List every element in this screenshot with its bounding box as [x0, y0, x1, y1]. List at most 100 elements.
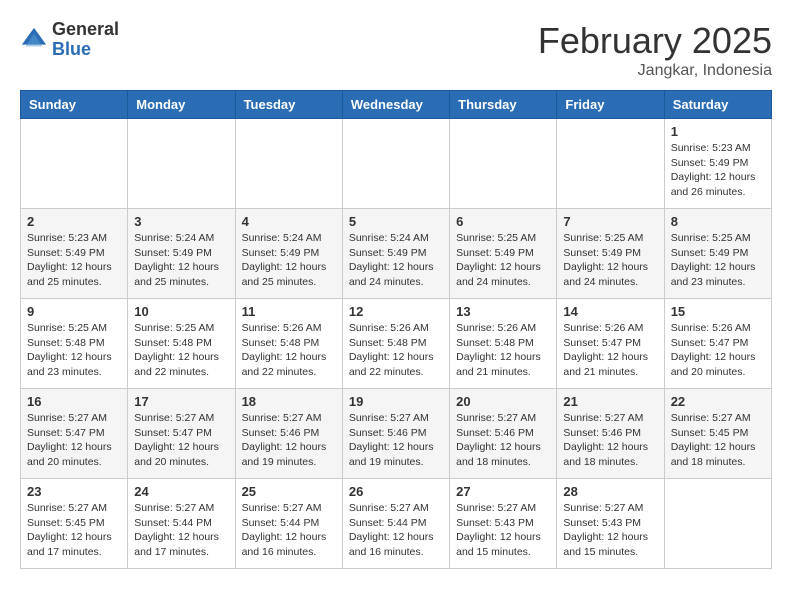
day-info: Sunrise: 5:27 AM Sunset: 5:46 PM Dayligh…: [242, 411, 336, 470]
calendar-cell: 27 Sunrise: 5:27 AM Sunset: 5:43 PM Dayli…: [450, 479, 557, 569]
calendar-week-2: 2 Sunrise: 5:23 AM Sunset: 5:49 PM Daylig…: [21, 209, 772, 299]
day-info: Sunrise: 5:26 AM Sunset: 5:47 PM Dayligh…: [671, 321, 765, 380]
calendar-cell: 23Sunrise: 5:27 AM Sunset: 5:45 PM Dayli…: [21, 479, 128, 569]
day-number: 1: [671, 124, 765, 139]
calendar-cell: 16 Sunrise: 5:27 AM Sunset: 5:47 PM Dayli…: [21, 389, 128, 479]
day-number: 2: [27, 214, 121, 229]
day-number: 22: [671, 394, 765, 409]
location-subtitle: Jangkar, Indonesia: [538, 62, 772, 80]
calendar-week-4: 16 Sunrise: 5:27 AM Sunset: 5:47 PM Dayli…: [21, 389, 772, 479]
day-info: Sunrise: 5:27 AM Sunset: 5:44 PM Dayligh…: [134, 501, 228, 560]
day-number: 3: [134, 214, 228, 229]
calendar-cell: [664, 479, 771, 569]
day-header-monday: Monday: [128, 91, 235, 119]
day-number: 24: [134, 484, 228, 499]
calendar-cell: 7Sunrise: 5:25 AM Sunset: 5:49 PM Daylig…: [557, 209, 664, 299]
day-info: Sunrise: 5:26 AM Sunset: 5:48 PM Dayligh…: [349, 321, 443, 380]
day-header-tuesday: Tuesday: [235, 91, 342, 119]
day-number: 18: [242, 394, 336, 409]
calendar-cell: 25 Sunrise: 5:27 AM Sunset: 5:44 PM Dayli…: [235, 479, 342, 569]
calendar-cell: 15 Sunrise: 5:26 AM Sunset: 5:47 PM Dayli…: [664, 299, 771, 389]
calendar-cell: 24 Sunrise: 5:27 AM Sunset: 5:44 PM Dayli…: [128, 479, 235, 569]
page-header: General Blue February 2025 Jangkar, Indo…: [20, 20, 772, 80]
day-info: Sunrise: 5:23 AM Sunset: 5:49 PM Dayligh…: [671, 141, 765, 200]
logo-text: General Blue: [52, 20, 119, 60]
day-number: 28: [563, 484, 657, 499]
day-number: 6: [456, 214, 550, 229]
day-info: Sunrise: 5:27 AM Sunset: 5:44 PM Dayligh…: [242, 501, 336, 560]
day-number: 4: [242, 214, 336, 229]
calendar-cell: 8 Sunrise: 5:25 AM Sunset: 5:49 PM Daylig…: [664, 209, 771, 299]
day-number: 15: [671, 304, 765, 319]
calendar-cell: [342, 119, 449, 209]
day-number: 21: [563, 394, 657, 409]
calendar-cell: 22 Sunrise: 5:27 AM Sunset: 5:45 PM Dayli…: [664, 389, 771, 479]
day-info: Sunrise: 5:25 AM Sunset: 5:49 PM Dayligh…: [456, 231, 550, 290]
day-info: Sunrise: 5:27 AM Sunset: 5:47 PM Dayligh…: [27, 411, 121, 470]
day-number: 19: [349, 394, 443, 409]
day-number: 16: [27, 394, 121, 409]
calendar-cell: 6 Sunrise: 5:25 AM Sunset: 5:49 PM Daylig…: [450, 209, 557, 299]
day-info: Sunrise: 5:24 AM Sunset: 5:49 PM Dayligh…: [349, 231, 443, 290]
calendar-cell: 12 Sunrise: 5:26 AM Sunset: 5:48 PM Dayli…: [342, 299, 449, 389]
calendar-cell: 28 Sunrise: 5:27 AM Sunset: 5:43 PM Dayli…: [557, 479, 664, 569]
day-info: Sunrise: 5:27 AM Sunset: 5:43 PM Dayligh…: [563, 501, 657, 560]
day-info: Sunrise: 5:26 AM Sunset: 5:48 PM Dayligh…: [456, 321, 550, 380]
day-header-sunday: Sunday: [21, 91, 128, 119]
logo-blue: Blue: [52, 39, 91, 59]
logo-general: General: [52, 19, 119, 39]
calendar-cell: 3 Sunrise: 5:24 AM Sunset: 5:49 PM Daylig…: [128, 209, 235, 299]
day-info: Sunrise: 5:27 AM Sunset: 5:46 PM Dayligh…: [456, 411, 550, 470]
day-number: 23: [27, 484, 121, 499]
day-number: 20: [456, 394, 550, 409]
day-number: 13: [456, 304, 550, 319]
day-info: Sunrise: 5:24 AM Sunset: 5:49 PM Dayligh…: [242, 231, 336, 290]
day-number: 25: [242, 484, 336, 499]
calendar-cell: 19 Sunrise: 5:27 AM Sunset: 5:46 PM Dayli…: [342, 389, 449, 479]
day-number: 5: [349, 214, 443, 229]
calendar-cell: 20 Sunrise: 5:27 AM Sunset: 5:46 PM Dayli…: [450, 389, 557, 479]
logo-icon: [20, 26, 48, 54]
day-number: 7: [563, 214, 657, 229]
day-info: Sunrise: 5:27 AM Sunset: 5:45 PM Dayligh…: [671, 411, 765, 470]
day-number: 8: [671, 214, 765, 229]
day-number: 27: [456, 484, 550, 499]
day-number: 11: [242, 304, 336, 319]
calendar-cell: 14Sunrise: 5:26 AM Sunset: 5:47 PM Dayli…: [557, 299, 664, 389]
calendar-cell: 13 Sunrise: 5:26 AM Sunset: 5:48 PM Dayli…: [450, 299, 557, 389]
day-number: 12: [349, 304, 443, 319]
day-header-thursday: Thursday: [450, 91, 557, 119]
day-number: 9: [27, 304, 121, 319]
calendar-cell: [450, 119, 557, 209]
day-info: Sunrise: 5:25 AM Sunset: 5:48 PM Dayligh…: [134, 321, 228, 380]
calendar-cell: [128, 119, 235, 209]
calendar-week-5: 23Sunrise: 5:27 AM Sunset: 5:45 PM Dayli…: [21, 479, 772, 569]
calendar-cell: [557, 119, 664, 209]
day-info: Sunrise: 5:27 AM Sunset: 5:43 PM Dayligh…: [456, 501, 550, 560]
day-info: Sunrise: 5:27 AM Sunset: 5:46 PM Dayligh…: [349, 411, 443, 470]
calendar-cell: 11 Sunrise: 5:26 AM Sunset: 5:48 PM Dayli…: [235, 299, 342, 389]
calendar-cell: 2 Sunrise: 5:23 AM Sunset: 5:49 PM Daylig…: [21, 209, 128, 299]
calendar-cell: 18 Sunrise: 5:27 AM Sunset: 5:46 PM Dayli…: [235, 389, 342, 479]
day-info: Sunrise: 5:24 AM Sunset: 5:49 PM Dayligh…: [134, 231, 228, 290]
day-info: Sunrise: 5:26 AM Sunset: 5:48 PM Dayligh…: [242, 321, 336, 380]
calendar-week-1: 1 Sunrise: 5:23 AM Sunset: 5:49 PM Daylig…: [21, 119, 772, 209]
day-info: Sunrise: 5:25 AM Sunset: 5:49 PM Dayligh…: [671, 231, 765, 290]
calendar-cell: 4 Sunrise: 5:24 AM Sunset: 5:49 PM Daylig…: [235, 209, 342, 299]
day-info: Sunrise: 5:25 AM Sunset: 5:48 PM Dayligh…: [27, 321, 121, 380]
title-block: February 2025 Jangkar, Indonesia: [538, 20, 772, 80]
calendar-cell: 17Sunrise: 5:27 AM Sunset: 5:47 PM Dayli…: [128, 389, 235, 479]
calendar-week-3: 9 Sunrise: 5:25 AM Sunset: 5:48 PM Daylig…: [21, 299, 772, 389]
day-info: Sunrise: 5:27 AM Sunset: 5:44 PM Dayligh…: [349, 501, 443, 560]
calendar-cell: 10Sunrise: 5:25 AM Sunset: 5:48 PM Dayli…: [128, 299, 235, 389]
logo: General Blue: [20, 20, 119, 60]
day-header-friday: Friday: [557, 91, 664, 119]
calendar-header-row: SundayMondayTuesdayWednesdayThursdayFrid…: [21, 91, 772, 119]
day-header-wednesday: Wednesday: [342, 91, 449, 119]
day-info: Sunrise: 5:27 AM Sunset: 5:46 PM Dayligh…: [563, 411, 657, 470]
day-header-saturday: Saturday: [664, 91, 771, 119]
calendar-cell: 26Sunrise: 5:27 AM Sunset: 5:44 PM Dayli…: [342, 479, 449, 569]
day-number: 17: [134, 394, 228, 409]
day-info: Sunrise: 5:23 AM Sunset: 5:49 PM Dayligh…: [27, 231, 121, 290]
day-number: 14: [563, 304, 657, 319]
